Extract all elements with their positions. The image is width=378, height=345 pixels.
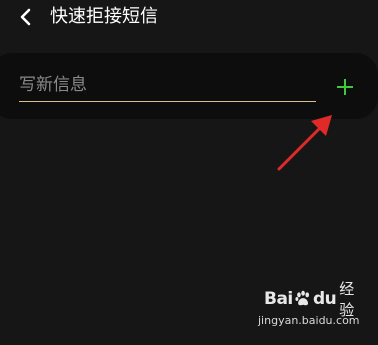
add-message-button[interactable] [333, 75, 357, 99]
baidu-logo: Bai du 经验 [264, 280, 364, 319]
baidu-brand-part2: du [312, 289, 337, 309]
plus-icon [337, 79, 353, 95]
watermark-url: jingyan.baidu.com [258, 314, 360, 327]
baidu-jingyan-watermark: Bai du 经验 jingyan.baidu.com [258, 280, 368, 336]
page-title: 快速拒接短信 [50, 6, 158, 27]
red-arrow-pointer [277, 115, 332, 171]
back-button[interactable] [12, 3, 40, 31]
chevron-left-icon [20, 8, 31, 26]
baidu-brand-part1: Bai [264, 289, 293, 309]
baidu-paw-icon [295, 290, 309, 306]
new-message-input[interactable] [19, 70, 316, 100]
new-message-field [19, 70, 316, 102]
header-bar: 快速拒接短信 [0, 0, 378, 36]
